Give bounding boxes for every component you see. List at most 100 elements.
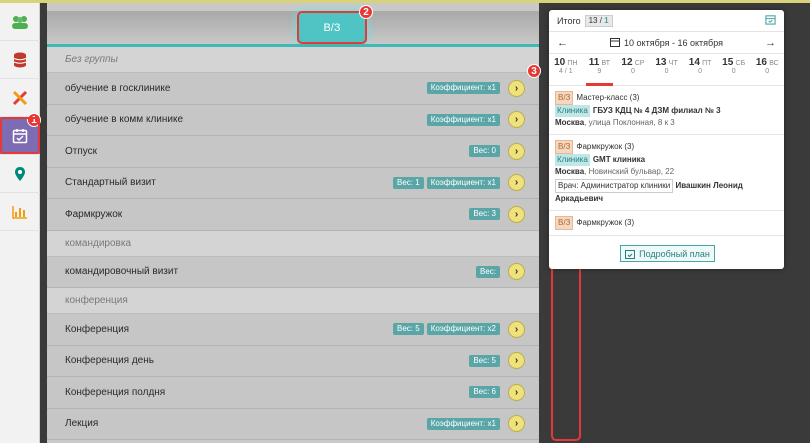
tools-icon [10,89,30,107]
visit-type-name: Отпуск [65,145,98,157]
sidebar-item-users[interactable] [0,3,40,41]
weight-badge: Вес: 3 [469,208,500,221]
annotation-marker-3: 3 [527,64,541,78]
day-column[interactable]: 11 ВТ 9 [582,54,617,86]
day-weekday: ВТ [601,60,611,67]
weight-badge: Вес: 5 [469,354,500,367]
visit-type-name: Конференция [65,323,130,335]
chevron-right-icon[interactable]: › [508,111,525,129]
chevron-right-icon[interactable]: › [508,320,525,338]
day-count: 0 [664,68,669,75]
event-title: Мастер-класс (3) [576,93,640,102]
day-weekday: СБ [735,60,746,67]
event-type-tag: В/З [555,91,574,105]
calendar-icon [610,38,621,47]
day-weekday: ЧТ [668,60,678,67]
weight-badge: Коэффициент: x1 [426,113,500,126]
clinic-tag: Клиника [555,105,590,117]
day-column[interactable]: 16 ВС 0 [750,54,784,85]
weight-badge: Вес: 5 [393,323,424,336]
event-city: Москва [555,118,585,127]
next-week-arrow-icon[interactable]: → [765,37,776,49]
weight-badge: Вес: [475,265,500,278]
chevron-right-icon[interactable]: › [508,205,525,223]
event-type-tag: В/З [555,140,574,154]
visit-type-row[interactable]: Отпуск Вес: 0 › [47,136,539,168]
sidebar-item-reports[interactable] [0,193,40,231]
visit-type-row[interactable]: обучение в комм клинике Коэффициент: x1 › [47,104,539,136]
chevron-right-icon[interactable]: › [508,383,525,401]
chevron-right-icon[interactable]: › [508,79,525,97]
event-item[interactable]: В/З Фармкружок (3) Клиника GMT клиника Москв… [549,135,784,211]
sidebar-item-calendar[interactable]: 1 [0,113,41,155]
week-navigation: ← 10 октября - 16 октября → [549,32,784,54]
prev-week-arrow-icon[interactable]: ← [557,37,568,49]
event-title: Фармкружок (3) [576,142,635,151]
day-column[interactable]: 10 ПН 4 / 1 [549,54,583,85]
weight-badge: Вес: 0 [469,145,500,158]
detailed-plan-label: Подробный план [639,248,710,259]
calendar-check-icon [625,249,636,259]
sidebar: 1 [0,3,41,443]
week-days: 10 ПН 4 / 1 11 ВТ 9 12 СР 0 13 ЧТ 0 14 ПТ 0 15 СБ 0… [549,54,784,86]
day-weekday: ПТ [702,60,712,67]
visit-types-panel: В/З 2 Без группы обучение в госклинике Коэ… [47,3,581,443]
tab-bar: В/З 2 [47,5,539,44]
visit-type-row[interactable]: Конференция день Вес: 5 › [47,345,539,377]
visit-type-row[interactable]: Конференция Вес: 5 Коэффициент: x2 › [47,314,539,346]
sidebar-item-map[interactable] [0,155,40,193]
events-list: В/З Мастер-класс (3) Клиника ГБУЗ КДЦ № 4 Д… [549,86,784,236]
event-address: Москва, улица Поклонная, 8 к 3 [555,117,778,129]
week-range: 10 октября - 16 октября [568,37,765,48]
database-icon [10,51,30,69]
event-item[interactable]: В/З Фармкружок (3) [549,211,784,236]
event-city: Москва [555,167,585,176]
chevron-right-icon[interactable]: › [508,174,525,192]
day-column[interactable]: 15 СБ 0 [717,54,751,85]
day-column[interactable]: 13 ЧТ 0 [650,54,684,85]
day-weekday: ПН [567,60,578,67]
day-column[interactable]: 12 СР 0 [616,54,650,85]
total-count-badge: 13 / 1 [584,14,613,27]
day-count: 0 [630,68,635,75]
visit-type-row[interactable]: Конференция полдня Вес: 6 › [47,377,539,409]
total-count: 13 [588,15,598,25]
chevron-right-icon[interactable]: › [508,263,525,281]
map-marker-icon [10,165,30,183]
tab-vz[interactable]: В/З [297,11,367,44]
annotation-marker-2: 2 [359,5,373,19]
bar-chart-icon [10,203,30,221]
day-count: 0 [698,68,703,75]
users-icon [10,13,30,31]
group-header: Без группы [47,47,539,73]
event-title: Фармкружок (3) [576,218,635,227]
detailed-plan-button[interactable]: Подробный план [620,245,715,262]
week-range-text: 10 октября - 16 октября [624,38,723,48]
visit-type-row[interactable]: Фармкружок Вес: 3 › [47,199,539,231]
chevron-right-icon[interactable]: › [508,415,525,433]
visit-type-row[interactable]: командировочный визит Вес: › [47,256,539,288]
chevron-right-icon[interactable]: › [508,142,525,160]
sidebar-item-database[interactable] [0,41,40,79]
day-column[interactable]: 14 ПТ 0 [683,54,717,85]
visit-type-row[interactable]: Лекция Коэффициент: x1 › [47,408,539,440]
visit-type-row[interactable]: обучение в госклинике Коэффициент: x1 › [47,73,539,105]
visit-type-name: Конференция день [65,355,154,367]
chevron-right-icon[interactable]: › [508,352,525,370]
visit-type-row[interactable]: Стандартный визит Вес: 1 Коэффициент: x1 › [47,167,539,199]
day-number: 10 [554,57,566,68]
event-type-tag: В/З [555,216,574,230]
weight-badge: Коэффициент: x1 [426,176,500,189]
day-count: 0 [765,68,770,75]
sidebar-item-tools[interactable] [0,79,40,117]
visit-types-list: Без группы обучение в госклинике Коэффицие… [47,47,539,440]
day-number: 15 [722,57,734,68]
event-item[interactable]: В/З Мастер-класс (3) Клиника ГБУЗ КДЦ № 4 Д… [549,86,784,135]
clinic-name: ГБУЗ КДЦ № 4 ДЗМ филиал № 3 [592,106,721,115]
total-label: Итого [557,15,581,26]
calendar-header: Итого 13 / 1 [549,10,784,32]
calendar-toggle-icon[interactable] [765,14,776,28]
calendar-panel: Итого 13 / 1 ← 10 октября - 16 октября →… [549,10,784,269]
day-weekday: ВС [769,60,779,67]
event-street: , улица Поклонная, 8 к 3 [584,118,675,127]
